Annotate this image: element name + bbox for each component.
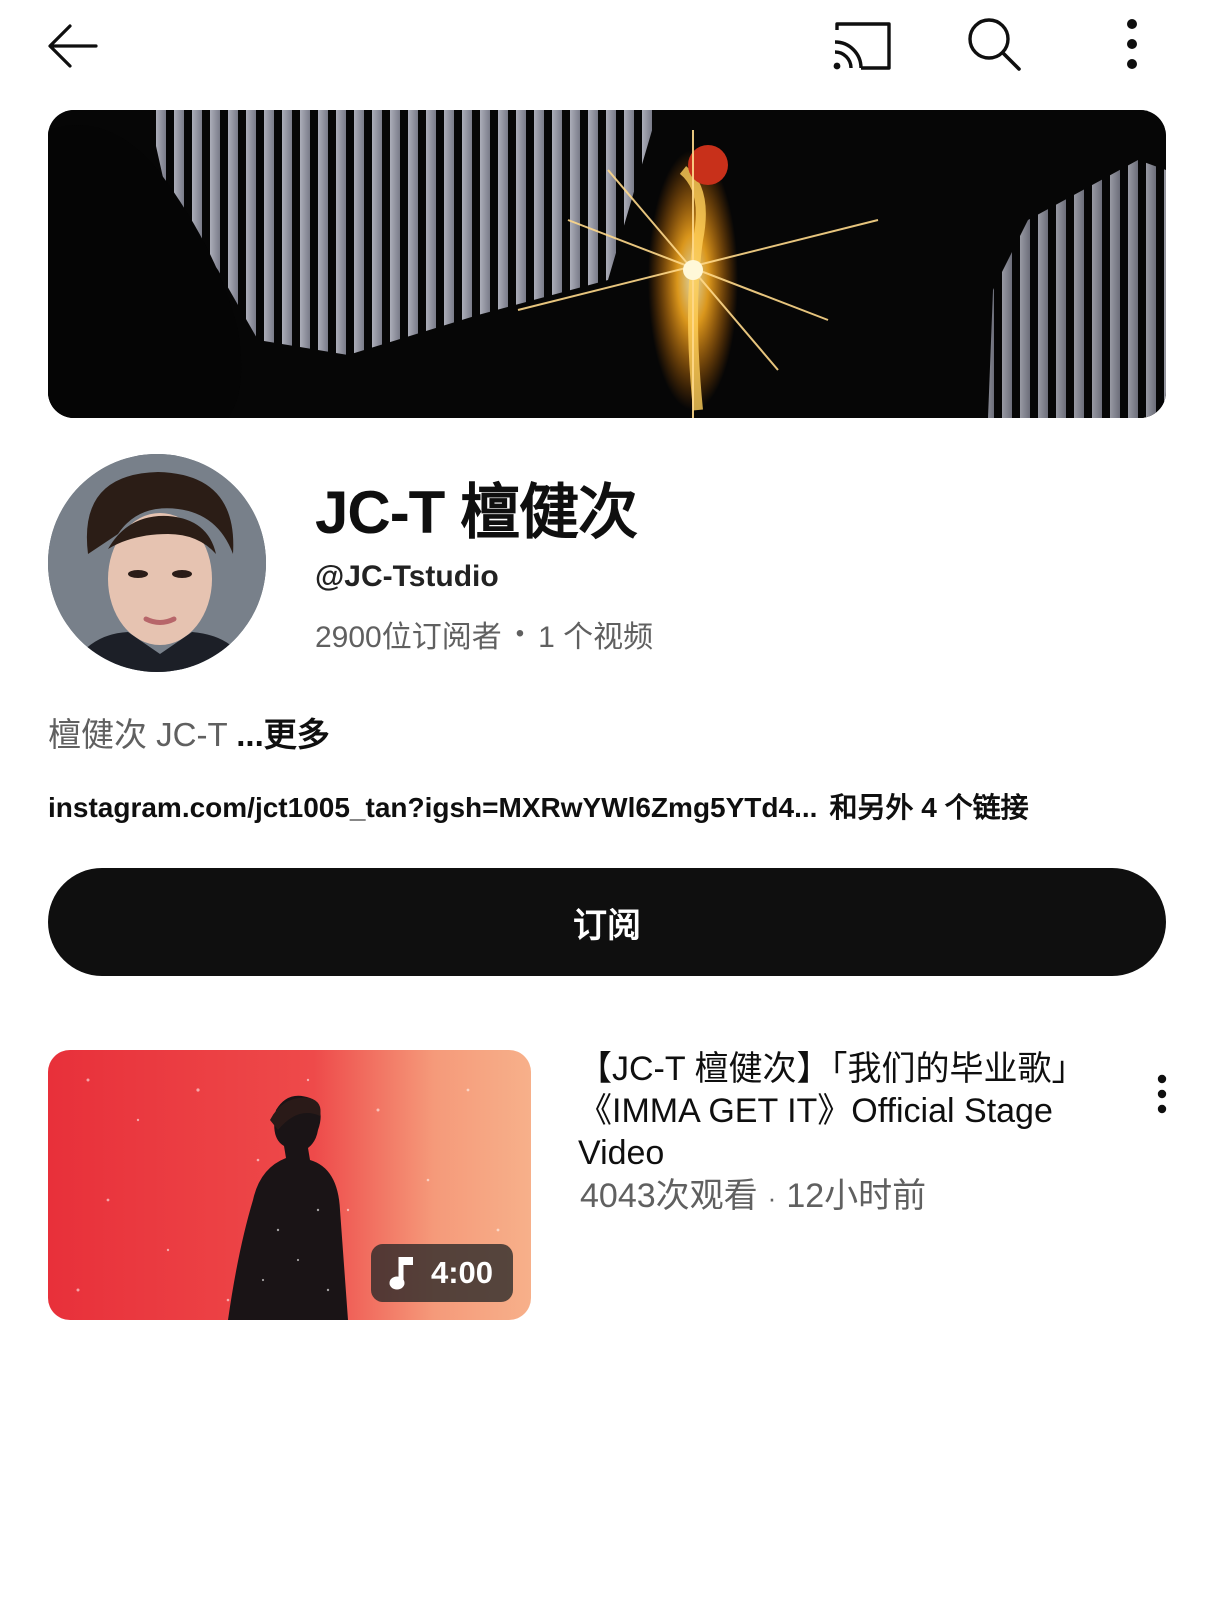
back-button[interactable] — [36, 10, 108, 82]
more-vertical-icon — [1157, 1074, 1167, 1114]
upload-age: 12小时前 — [786, 1177, 927, 1215]
search-button[interactable] — [958, 8, 1030, 80]
video-count: 1 个视频 — [538, 621, 654, 654]
primary-link[interactable]: instagram.com/jct1005_tan?igsh=MXRwYWl6Z… — [48, 792, 817, 823]
video-more-button[interactable] — [1140, 1058, 1184, 1130]
subscriber-count: 2900位订阅者 — [315, 621, 502, 654]
cast-icon — [833, 22, 891, 70]
description-text: 檀健次 JC-T — [48, 716, 237, 753]
stats-separator: • — [515, 620, 525, 647]
duration-text: 4:00 — [430, 1255, 493, 1290]
video-title[interactable]: 【JC-T 檀健次】「我们的毕业歌」《IMMA GET IT》Official … — [578, 1048, 1098, 1174]
channel-stats: 2900位订阅者 • 1 个视频 — [315, 612, 653, 656]
channel-avatar[interactable] — [48, 454, 266, 672]
description-more-link[interactable]: ...更多 — [236, 716, 330, 753]
more-options-button[interactable] — [1096, 8, 1168, 80]
channel-description[interactable]: 檀健次 JC-T ...更多 — [48, 708, 330, 756]
more-vertical-icon — [1127, 19, 1137, 69]
channel-links[interactable]: instagram.com/jct1005_tan?igsh=MXRwYWl6Z… — [48, 786, 1178, 826]
view-count: 4043次观看 — [580, 1177, 758, 1215]
channel-handle: @JC-Tstudio — [315, 560, 499, 593]
other-links[interactable]: 和另外 4 个链接 — [829, 792, 1028, 823]
search-icon — [968, 18, 1021, 71]
video-meta: 4043次观看 · 12小时前 — [580, 1168, 926, 1217]
meta-separator: · — [767, 1183, 777, 1213]
cast-button[interactable] — [826, 10, 898, 82]
top-app-bar — [0, 0, 1206, 92]
duration-badge: 4:00 — [370, 1244, 513, 1302]
music-note-icon — [389, 1257, 413, 1290]
channel-name: JC-T 檀健次 — [315, 479, 638, 546]
arrow-left-icon — [48, 24, 98, 68]
video-thumbnail[interactable]: 4:00 — [48, 1050, 531, 1320]
subscribe-button[interactable]: 订阅 — [48, 868, 1166, 976]
channel-banner — [48, 110, 1166, 418]
video-list-item[interactable]: 4:00 【JC-T 檀健次】「我们的毕业歌」《IMMA GET IT》Offi… — [0, 1040, 1206, 1330]
